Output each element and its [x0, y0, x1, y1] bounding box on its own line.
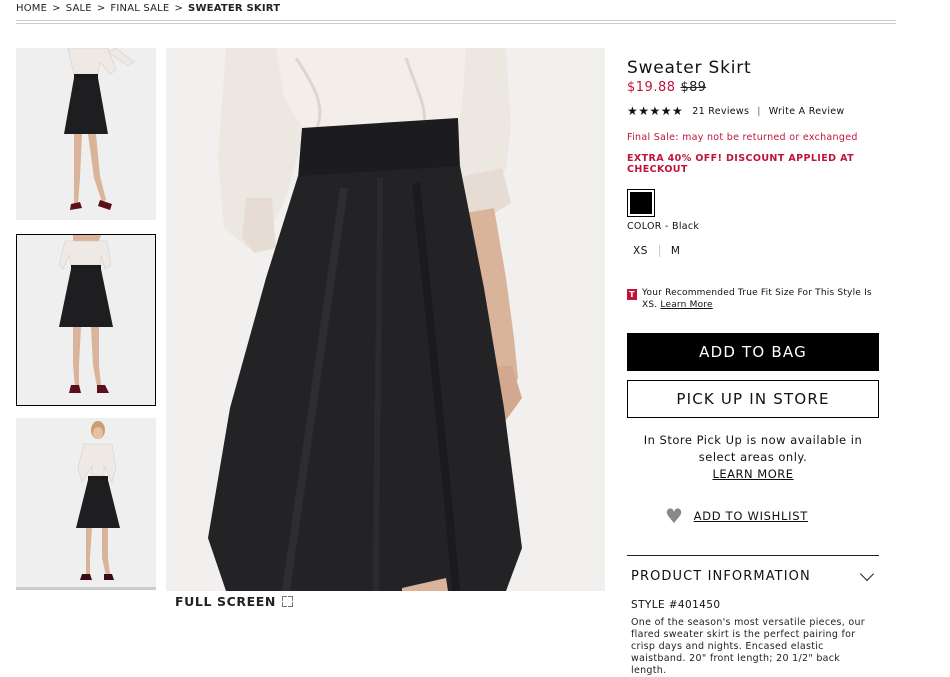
breadcrumb-separator: > [174, 3, 184, 14]
product-information-heading: PRODUCT INFORMATION [631, 569, 811, 584]
product-information-toggle[interactable]: PRODUCT INFORMATION [631, 566, 877, 584]
pickup-note: In Store Pick Up is now available in sel… [627, 432, 879, 483]
breadcrumb-current: SWEATER SKIRT [188, 3, 281, 14]
truefit-message: Your Recommended True Fit Size For This … [642, 288, 879, 311]
original-price: $89 [680, 80, 707, 95]
fullscreen-button[interactable]: FULL SCREEN [175, 594, 293, 609]
sale-price: $19.88 [627, 80, 676, 95]
pickup-note-text: In Store Pick Up is now available in sel… [643, 433, 863, 464]
divider [627, 555, 879, 556]
rating-row: ★★★★★ 21 Reviews | Write A Review [627, 104, 879, 118]
thumbnail-1[interactable] [16, 48, 156, 220]
promo-message: EXTRA 40% OFF! DISCOUNT APPLIED AT CHECK… [627, 153, 855, 175]
breadcrumb-sale[interactable]: SALE [66, 3, 92, 14]
breadcrumb-home[interactable]: HOME [16, 3, 47, 14]
reviews-link[interactable]: 21 Reviews [692, 106, 749, 117]
add-to-wishlist-button[interactable]: ♥ ADD TO WISHLIST [665, 504, 808, 528]
swatch-fill [630, 192, 652, 214]
breadcrumb-separator: > [52, 3, 61, 14]
product-title: Sweater Skirt [627, 58, 752, 78]
add-to-bag-button[interactable]: ADD TO BAG [627, 333, 879, 371]
size-selector: XS M [627, 245, 879, 257]
fullscreen-label: FULL SCREEN [175, 594, 276, 609]
chevron-down-icon [859, 566, 875, 581]
divider [16, 20, 896, 21]
truefit-learn-more-link[interactable]: Learn More [660, 300, 712, 310]
color-label: COLOR - Black [627, 221, 700, 232]
star-rating-icon: ★★★★★ [627, 104, 684, 118]
divider [16, 23, 896, 24]
main-product-image[interactable] [166, 48, 605, 591]
size-option-xs[interactable]: XS [627, 245, 654, 257]
breadcrumb: HOME > SALE > FINAL SALE > SWEATER SKIRT [16, 3, 280, 14]
size-option-m[interactable]: M [665, 245, 687, 257]
thumbnail-image [17, 235, 155, 405]
truefit-recommendation: T Your Recommended True Fit Size For Thi… [627, 288, 879, 311]
product-photo [166, 48, 605, 591]
style-number: STYLE #401450 [631, 599, 721, 611]
price: $19.88 $89 [627, 80, 879, 95]
thumbnail-2[interactable] [16, 234, 156, 406]
breadcrumb-separator: > [96, 3, 106, 14]
truefit-logo-icon: T [627, 289, 637, 300]
pick-up-in-store-button[interactable]: PICK UP IN STORE [627, 380, 879, 418]
thumbnail-image [16, 418, 156, 590]
final-sale-note: Final Sale: may not be returned or excha… [627, 132, 858, 143]
wishlist-label: ADD TO WISHLIST [693, 509, 808, 523]
heart-icon: ♥ [665, 504, 684, 528]
divider [658, 245, 660, 257]
expand-icon [281, 596, 293, 607]
color-swatch-black[interactable] [627, 189, 655, 217]
divider: | [757, 105, 761, 117]
product-description: One of the season's most versatile piece… [631, 617, 866, 676]
thumbnail-image [16, 48, 156, 220]
write-review-link[interactable]: Write A Review [769, 106, 845, 117]
learn-more-link[interactable]: LEARN MORE [627, 466, 879, 483]
product-info: Sweater Skirt $19.88 $89 ★★★★★ 21 Reviews… [627, 58, 879, 311]
thumbnail-3[interactable] [16, 418, 156, 590]
breadcrumb-final-sale[interactable]: FINAL SALE [110, 3, 169, 14]
